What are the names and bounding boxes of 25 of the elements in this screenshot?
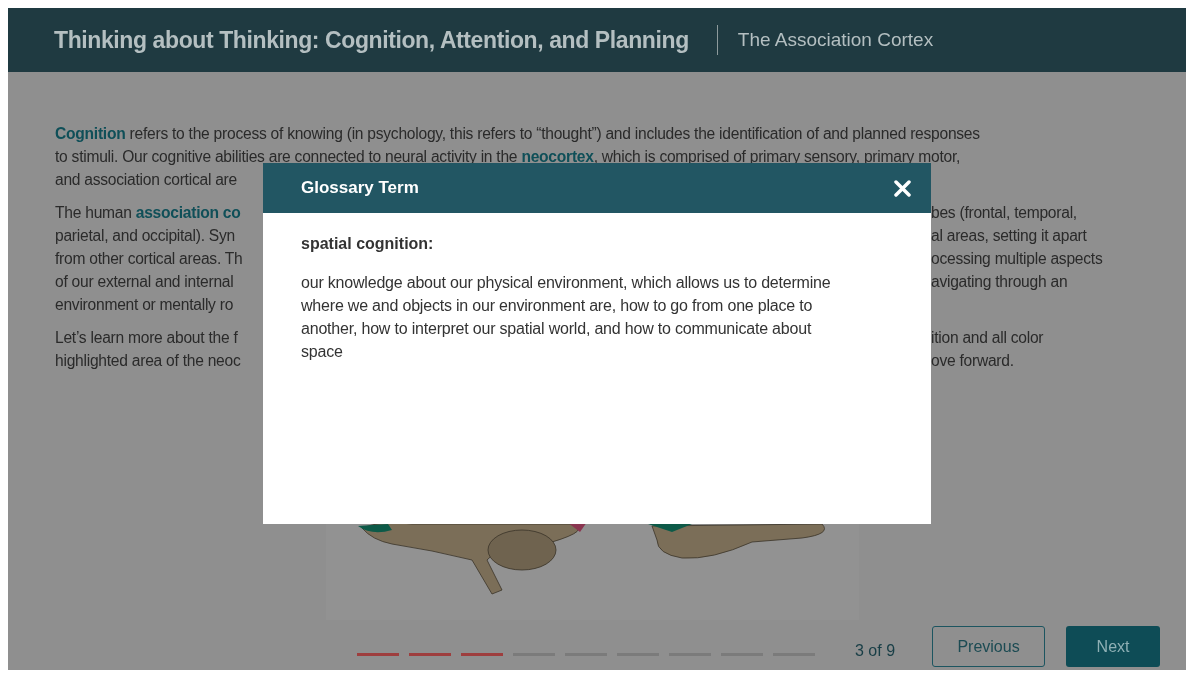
dialog-title: Glossary Term: [301, 178, 419, 198]
paragraph-text: and association cortical are: [55, 171, 237, 188]
paragraph-text: of our external and internal: [55, 272, 235, 292]
paragraph-text: al areas, setting it apart: [931, 226, 1088, 246]
section-title: The Association Cortex: [737, 29, 934, 51]
previous-button[interactable]: Previous: [932, 626, 1046, 667]
paragraph-text: The human association co: [55, 203, 242, 223]
paragraph-text: Let’s learn more about the f: [55, 328, 239, 348]
paragraph-text: bes (frontal, temporal,: [931, 203, 1078, 223]
page-counter: 3 of 9: [855, 641, 896, 660]
close-button[interactable]: [892, 177, 913, 199]
next-button[interactable]: Next: [1066, 626, 1161, 667]
paragraph-text: avigating through an: [931, 272, 1069, 292]
glossary-term: spatial cognition:: [301, 235, 435, 253]
course-title: Thinking about Thinking: Cognition, Attention, and Planning: [54, 26, 689, 54]
paragraph-text: from other cortical areas. Th: [55, 249, 244, 269]
paragraph-text: highlighted area of the neoc: [55, 351, 242, 371]
term-definition: our knowledge about our physical environment, which allows us to determine where we and objects in our environment are, how to go from one place to another, how to interpret our spatial world, and how to communicate about space: [301, 273, 832, 362]
paragraph-text: ocessing multiple aspects: [931, 249, 1104, 269]
paragraph-text: ove forward.: [931, 351, 1015, 371]
paragraph-text: Cognition refers to the process of knowing (in psychology, this refers to “thought”) and includes the identification of and planned responses: [55, 125, 980, 142]
paragraph-text: ition and all color: [931, 328, 1045, 348]
close-icon: [894, 179, 911, 197]
paragraph-text: environment or mentally ro: [55, 296, 234, 313]
paragraph-text: parietal, and occipital). Syn: [55, 226, 236, 246]
